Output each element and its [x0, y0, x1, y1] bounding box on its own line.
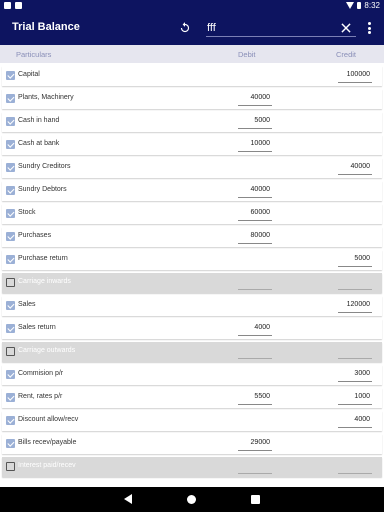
credit-field[interactable] — [338, 276, 372, 290]
credit-field[interactable] — [338, 460, 372, 474]
table-row[interactable]: Commision p/r 3000 — [2, 365, 382, 385]
row-label: Cash at bank — [18, 140, 60, 147]
row-label: Sales — [18, 301, 36, 308]
credit-field[interactable]: 40000 — [338, 161, 372, 175]
checkbox-checked[interactable] — [6, 117, 15, 126]
debit-field[interactable]: 40000 — [238, 184, 272, 198]
credit-field[interactable] — [338, 345, 372, 359]
page-title: Trial Balance — [12, 21, 80, 33]
row-label: Sundry Creditors — [18, 163, 71, 170]
debit-field[interactable] — [238, 345, 272, 359]
checkbox-checked[interactable] — [6, 71, 15, 80]
checkbox-checked[interactable] — [6, 439, 15, 448]
credit-field[interactable]: 3000 — [338, 368, 372, 382]
table-row[interactable]: Sundry Debtors 40000 — [2, 181, 382, 201]
table-row[interactable]: Purchases 80000 — [2, 227, 382, 247]
more-vert-icon[interactable] — [364, 21, 374, 35]
row-label: Sundry Debtors — [18, 186, 67, 193]
battery-icon — [357, 2, 362, 9]
credit-field[interactable]: 4000 — [338, 414, 372, 428]
table-row[interactable]: Cash at bank 10000 — [2, 135, 382, 155]
row-label: Carriage outwards — [18, 347, 76, 354]
checkbox-checked[interactable] — [6, 301, 15, 310]
wifi-icon — [346, 2, 355, 9]
search-input[interactable] — [206, 19, 356, 37]
table-row[interactable]: Capital 100000 — [2, 66, 382, 86]
table-row[interactable]: Interest paid/recev — [2, 457, 382, 477]
header-debit: Debit — [238, 50, 256, 59]
row-label: Plants, Machinery — [18, 94, 74, 101]
table-row[interactable]: Carriage outwards — [2, 342, 382, 362]
checkbox-checked[interactable] — [6, 94, 15, 103]
table-row[interactable]: Purchase return 5000 — [2, 250, 382, 270]
row-label: Bills recev/payable — [18, 439, 77, 446]
android-icon — [4, 2, 11, 9]
checkbox-checked[interactable] — [6, 209, 15, 218]
debit-field[interactable]: 4000 — [238, 322, 272, 336]
checkbox-checked[interactable] — [6, 393, 15, 402]
notification-icon — [15, 2, 22, 9]
status-bar: 8:32 — [0, 0, 384, 12]
table-row[interactable]: Rent, rates p/r 5500 1000 — [2, 388, 382, 408]
debit-field[interactable]: 29000 — [238, 437, 272, 451]
checkbox-checked[interactable] — [6, 416, 15, 425]
credit-field[interactable]: 100000 — [338, 69, 372, 83]
debit-field[interactable] — [238, 460, 272, 474]
credit-field[interactable]: 1000 — [338, 391, 372, 405]
credit-field[interactable]: 5000 — [338, 253, 372, 267]
checkbox-unchecked[interactable] — [6, 278, 15, 287]
debit-field[interactable]: 60000 — [238, 207, 272, 221]
debit-field[interactable]: 10000 — [238, 138, 272, 152]
checkbox-checked[interactable] — [6, 255, 15, 264]
credit-field[interactable]: 120000 — [338, 299, 372, 313]
row-label: Interest paid/recev — [18, 462, 76, 469]
row-label: Cash in hand — [18, 117, 60, 124]
debit-field[interactable]: 5500 — [238, 391, 272, 405]
home-icon[interactable] — [187, 495, 196, 504]
header-particulars: Particulars — [16, 50, 52, 59]
debit-field[interactable]: 5000 — [238, 115, 272, 129]
status-time: 8:32 — [364, 1, 380, 10]
debit-field[interactable] — [238, 276, 272, 290]
debit-field[interactable]: 80000 — [238, 230, 272, 244]
row-label: Purchases — [18, 232, 52, 239]
row-label: Rent, rates p/r — [18, 393, 63, 400]
table-row[interactable]: Bills recev/payable 29000 — [2, 434, 382, 454]
row-label: Purchase return — [18, 255, 68, 262]
row-label: Stock — [18, 209, 36, 216]
table-row[interactable]: Discount allow/recv 4000 — [2, 411, 382, 431]
checkbox-checked[interactable] — [6, 163, 15, 172]
debit-field[interactable]: 40000 — [238, 92, 272, 106]
checkbox-checked[interactable] — [6, 232, 15, 241]
checkbox-checked[interactable] — [6, 186, 15, 195]
row-label: Carriage inwards — [18, 278, 71, 285]
row-label: Commision p/r — [18, 370, 64, 377]
back-icon[interactable] — [124, 494, 132, 504]
table-row[interactable]: Sales 120000 — [2, 296, 382, 316]
checkbox-checked[interactable] — [6, 370, 15, 379]
table-row[interactable]: Plants, Machinery 40000 — [2, 89, 382, 109]
navigation-bar — [0, 487, 384, 512]
header-credit: Credit — [336, 50, 357, 59]
close-icon[interactable] — [339, 21, 353, 35]
row-label: Sales return — [18, 324, 56, 331]
checkbox-unchecked[interactable] — [6, 462, 15, 471]
row-label: Discount allow/recv — [18, 416, 79, 423]
recents-icon[interactable] — [251, 495, 260, 504]
table-row[interactable]: Carriage inwards — [2, 273, 382, 293]
table-row[interactable]: Stock 60000 — [2, 204, 382, 224]
table-row[interactable]: Sales return 4000 — [2, 319, 382, 339]
row-label: Capital — [18, 71, 40, 78]
checkbox-unchecked[interactable] — [6, 347, 15, 356]
table-row[interactable]: Sundry Creditors 40000 — [2, 158, 382, 178]
checkbox-checked[interactable] — [6, 324, 15, 333]
table-row[interactable]: Cash in hand 5000 — [2, 112, 382, 132]
refresh-icon[interactable] — [178, 21, 192, 35]
checkbox-checked[interactable] — [6, 140, 15, 149]
app-bar: Trial Balance — [0, 12, 384, 45]
table-header: Particulars Debit Credit — [0, 45, 384, 63]
